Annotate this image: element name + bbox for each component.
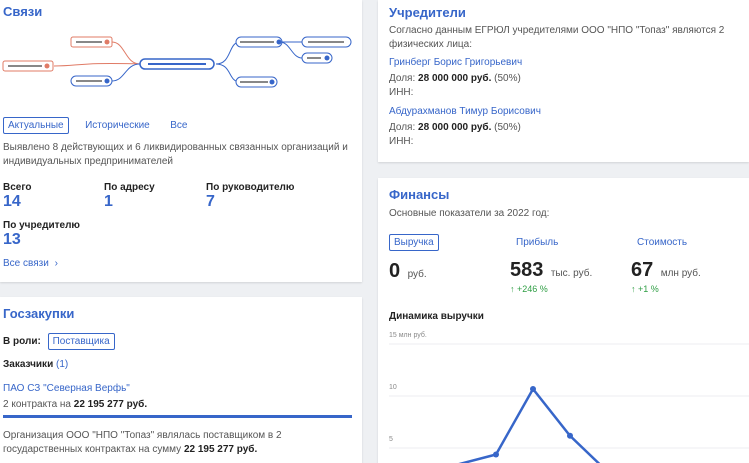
share-label: Доля: xyxy=(389,73,416,84)
finansy-subtitle: Основные показатели за 2022 год: xyxy=(389,208,550,219)
stat-label: По руководителю xyxy=(206,182,295,193)
node-historic-2 xyxy=(70,36,113,48)
series-line xyxy=(458,386,601,463)
stat-value: 13 xyxy=(3,231,21,248)
metric-value: 583 xyxy=(510,259,544,281)
share-pct: (50%) xyxy=(494,122,521,133)
goszakupki-card: Госзакупки В роли: Поставщика Заказчики … xyxy=(0,297,362,463)
metric-value-cost[interactable]: Стоимость 67 млн руб. ↑ +1 % xyxy=(631,232,701,294)
customer-link[interactable]: ПАО СЗ "Северная Верфь" xyxy=(3,382,130,396)
node-right-3 xyxy=(301,36,352,48)
finansy-title: Финансы xyxy=(389,187,450,202)
share-pct: (50%) xyxy=(494,73,521,84)
founder-share: Доля: 28 000 000 руб. (50%) xyxy=(389,121,541,135)
uchrediteli-intro: Согласно данным ЕГРЮЛ учредителями ООО "… xyxy=(389,25,725,50)
arrow-up-icon: ↑ xyxy=(510,284,515,294)
metric-unit: млн руб. xyxy=(660,268,701,279)
arrow-up-icon: ↑ xyxy=(631,284,636,294)
all-connections-link[interactable]: Все связи › xyxy=(3,258,58,269)
stat-label: По учредителю xyxy=(3,220,80,231)
stat-manager[interactable]: По руководителю 7 xyxy=(206,182,294,211)
founder-item: Гринберг Борис Григорьевич Доля: 28 000 … xyxy=(389,56,522,100)
y-tick-label: 5 xyxy=(389,436,393,443)
data-point[interactable] xyxy=(567,432,573,439)
metric-profit[interactable]: Прибыль 583 тыс. руб. ↑ +246 % xyxy=(510,232,592,294)
finansy-card: Финансы Основные показатели за 2022 год:… xyxy=(378,178,749,463)
founder-item: Абдурахманов Тимур Борисович Доля: 28 00… xyxy=(389,105,541,149)
share-value: 28 000 000 руб. xyxy=(418,73,492,84)
metric-change: ↑ +246 % xyxy=(510,284,592,294)
share-label: Доля: xyxy=(389,122,416,133)
tab-historic[interactable]: Исторические xyxy=(81,118,154,133)
svyazi-tabs: Актуальные Исторические Все xyxy=(3,115,191,134)
role-row: В роли: Поставщика xyxy=(3,333,115,350)
chevron-right-icon: › xyxy=(54,258,58,269)
svyazi-title: Связи xyxy=(3,4,43,19)
stat-value: 14 xyxy=(3,193,21,210)
stat-label: По адресу xyxy=(104,182,155,193)
svyazi-card: Связи Актуальные Исторические Все Выявле… xyxy=(0,0,362,282)
all-connections-label: Все связи xyxy=(3,258,49,269)
metric-unit: руб. xyxy=(407,269,427,280)
stat-label: Всего xyxy=(3,182,32,193)
data-point[interactable] xyxy=(530,386,536,392)
summary-sum: 22 195 277 руб. xyxy=(183,444,258,455)
node-right-4 xyxy=(301,52,333,64)
node-right-1 xyxy=(235,36,283,48)
founder-inn: ИНН: xyxy=(389,87,414,98)
tab-all[interactable]: Все xyxy=(166,118,191,133)
metric-value: 0 xyxy=(389,260,401,282)
y-tick-label: 10 xyxy=(389,384,397,391)
contracts-line: 2 контракта на 22 195 277 руб. xyxy=(3,398,147,412)
role-supplier-button[interactable]: Поставщика xyxy=(47,333,115,350)
summary-text: Организация ООО "НПО "Топаз" являлась по… xyxy=(3,429,333,457)
founder-share: Доля: 28 000 000 руб. (50%) xyxy=(389,72,522,86)
metric-tab-profit[interactable]: Прибыль xyxy=(512,235,562,250)
node-actual-1 xyxy=(70,75,113,87)
founder-inn: ИНН: xyxy=(389,136,414,147)
metric-change-value: +246 % xyxy=(517,284,548,294)
role-label: В роли: xyxy=(3,336,41,347)
stat-value: 1 xyxy=(104,193,113,210)
y-tick-label: 15 млн руб. xyxy=(389,331,427,339)
metric-revenue[interactable]: Выручка 0 руб. xyxy=(389,232,439,283)
customers-label: Заказчики xyxy=(3,359,54,370)
revenue-chart[interactable]: 15 млн руб. 10 5 xyxy=(378,328,749,463)
metric-value-row: 583 тыс. руб. xyxy=(510,259,592,282)
metric-value-row: 0 руб. xyxy=(389,260,439,283)
goszakupki-title: Госзакупки xyxy=(3,306,75,321)
stat-total[interactable]: Всего 14 xyxy=(3,182,32,211)
tab-actual[interactable]: Актуальные xyxy=(3,117,69,134)
metric-tab-revenue[interactable]: Выручка xyxy=(389,234,439,251)
metric-tab-cost[interactable]: Стоимость xyxy=(633,235,691,250)
uchrediteli-title: Учредители xyxy=(389,5,466,20)
stat-value: 7 xyxy=(206,193,215,210)
metric-value-row: 67 млн руб. xyxy=(631,259,701,282)
metric-value: 67 xyxy=(631,259,654,281)
stat-founder[interactable]: По учредителю 13 xyxy=(3,220,80,249)
founder-name-link[interactable]: Гринберг Борис Григорьевич xyxy=(389,56,522,70)
data-point[interactable] xyxy=(493,451,499,458)
contracts-text: 2 контракта на xyxy=(3,399,71,410)
node-historic-1 xyxy=(2,60,54,72)
uchrediteli-card: Учредители Согласно данным ЕГРЮЛ учредит… xyxy=(378,0,749,162)
contracts-sum: 22 195 277 руб. xyxy=(73,399,148,410)
founder-name-link[interactable]: Абдурахманов Тимур Борисович xyxy=(389,105,541,119)
svyazi-description: Выявлено 8 действующих и 6 ликвидированн… xyxy=(3,142,348,167)
chart-title: Динамика выручки xyxy=(389,311,484,322)
customers-count: (1) xyxy=(56,359,69,370)
customers-row: Заказчики (1) xyxy=(3,359,68,370)
stat-address[interactable]: По адресу 1 xyxy=(104,182,155,211)
metric-change: ↑ +1 % xyxy=(631,284,701,294)
share-value: 28 000 000 руб. xyxy=(418,122,492,133)
node-right-2 xyxy=(235,76,278,88)
node-central xyxy=(139,58,215,70)
customer-share-bar xyxy=(3,415,352,418)
metric-change-value: +1 % xyxy=(638,284,659,294)
metric-unit: тыс. руб. xyxy=(550,268,593,279)
